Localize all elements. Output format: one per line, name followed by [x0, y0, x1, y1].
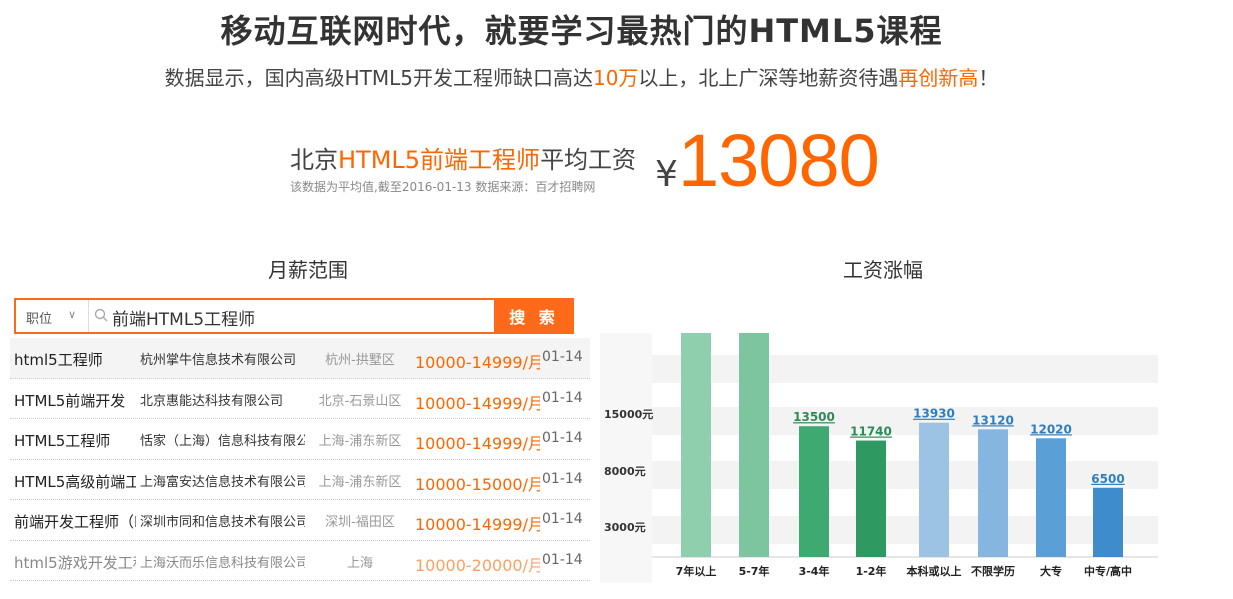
job-company[interactable]: 上海富安达信息技术有限公司: [140, 471, 305, 490]
page-subline: 数据显示，国内高级HTML5开发工程师缺口高达10万以上，北上广深等地薪资待遇再…: [0, 62, 1163, 91]
bar: [1036, 438, 1066, 557]
job-company[interactable]: 上海沃而乐信息科技有限公司: [140, 552, 305, 571]
job-date: 01-14: [542, 511, 583, 527]
salary-city: 北京: [290, 146, 338, 174]
chart-gridband: [652, 516, 1158, 544]
y-tick-label: 3000元: [604, 521, 646, 534]
job-company[interactable]: 深圳市同和信息技术有限公司: [140, 511, 305, 530]
salary-source-note: 该数据为平均值,截至2016-01-13 数据来源：百才招聘网: [290, 180, 596, 194]
bar: [919, 422, 949, 557]
job-salary: 10000-14999/月: [415, 434, 540, 453]
job-row[interactable]: html5工程师 杭州掌牛信息技术有限公司 杭州-拱墅区 10000-14999…: [10, 338, 590, 379]
x-tick-label: 1-2年: [856, 564, 887, 578]
x-tick-label: 不限学历: [971, 564, 1015, 578]
average-salary-amount: 13080: [678, 119, 880, 202]
job-search-bar: 职位 ∨ 前端HTML5工程师 搜 索: [14, 298, 574, 334]
data-label: 12020: [1030, 422, 1072, 436]
job-salary: 10000-14999/月: [415, 515, 540, 534]
data-label: 13120: [972, 413, 1014, 427]
search-button[interactable]: 搜 索: [494, 298, 574, 334]
salary-growth-chart-svg: 3000元 8000元 15000元 7年以上 5-7年 13500 3-4年 11740 1-…: [600, 333, 1158, 583]
x-tick-label: 中专/高中: [1084, 564, 1132, 578]
average-salary-title: 北京HTML5前端工程师平均工资: [290, 140, 636, 175]
job-date: 01-14: [542, 470, 583, 487]
job-location: 深圳-福田区: [325, 515, 395, 530]
job-date: 01-14: [542, 349, 583, 365]
job-location: 上海: [346, 555, 373, 571]
page-headline: 移动互联网时代，就要学习最热门的HTML5课程: [220, 12, 943, 50]
job-salary: 10000-15000/月: [415, 474, 540, 494]
job-company[interactable]: 杭州掌牛信息技术有限公司: [140, 349, 305, 368]
bar: [799, 426, 829, 557]
job-row[interactable]: 前端开发工程师（HTML5） 深圳市同和信息技术有限公司 深圳-福田区 1000…: [10, 500, 590, 541]
job-location: 杭州-拱墅区: [325, 353, 395, 368]
job-date: 01-14: [542, 430, 583, 446]
salary-range-title: 月薪范围: [268, 258, 348, 282]
x-tick-label: 本科或以上: [907, 564, 962, 578]
job-date: 01-14: [542, 551, 583, 568]
search-input[interactable]: 前端HTML5工程师: [112, 305, 255, 330]
subline-text-3: ！: [978, 66, 999, 90]
job-location: 上海-浦东新区: [318, 474, 402, 490]
x-tick-label: 5-7年: [739, 564, 770, 578]
job-title[interactable]: 前端开发工程师（HTML5）: [14, 511, 136, 532]
x-tick-label: 3-4年: [799, 564, 830, 578]
subline-text-1: 数据显示，国内高级HTML5开发工程师缺口高达: [164, 66, 593, 90]
job-row[interactable]: HTML5高级前端工程师 上海富安达信息技术有限公司 上海-浦东新区 10000…: [10, 460, 590, 500]
job-title[interactable]: HTML5工程师: [14, 430, 136, 451]
job-company[interactable]: 北京惠能达科技有限公司: [140, 390, 305, 409]
position-select-label: 职位: [26, 312, 53, 327]
bar: [856, 440, 886, 557]
position-select[interactable]: 职位 ∨: [16, 300, 89, 332]
chart-axis-panel: [600, 333, 652, 583]
salary-suffix: 平均工资: [540, 146, 637, 174]
bar: [681, 333, 711, 557]
data-label: 11740: [850, 425, 892, 439]
job-location: 北京-石景山区: [318, 393, 402, 409]
y-tick-label: 8000元: [604, 465, 646, 478]
job-title[interactable]: html5工程师: [14, 349, 136, 370]
chart-gridband: [652, 407, 1158, 435]
job-title[interactable]: HTML5高级前端工程师: [14, 471, 136, 492]
job-salary: 10000-14999/月: [415, 353, 540, 372]
bar: [739, 333, 769, 557]
salary-growth-title: 工资涨幅: [843, 258, 923, 282]
chevron-down-icon: ∨: [68, 308, 77, 321]
subline-text-2: 以上，北上广深等地薪资待遇: [638, 66, 899, 90]
job-title[interactable]: html5游戏开发工程师: [14, 552, 136, 573]
x-tick-label: 大专: [1040, 564, 1062, 578]
job-title[interactable]: HTML5前端开发: [14, 390, 136, 411]
subline-highlight-1: 10万: [592, 66, 639, 90]
average-salary-block: 北京HTML5前端工程师平均工资 该数据为平均值,截至2016-01-13 数据…: [290, 119, 910, 202]
job-list: html5工程师 杭州掌牛信息技术有限公司 杭州-拱墅区 10000-14999…: [10, 338, 590, 581]
salary-role: HTML5前端工程师: [338, 146, 541, 174]
subline-highlight-2: 再创新高: [898, 66, 979, 90]
job-row[interactable]: HTML5工程师 恬家（上海）信息科技有限公司 上海-浦东新区 10000-14…: [10, 419, 590, 460]
data-label: 13500: [793, 410, 835, 424]
job-row[interactable]: HTML5前端开发 北京惠能达科技有限公司 北京-石景山区 10000-1499…: [10, 379, 590, 419]
salary-growth-chart: 3000元 8000元 15000元 7年以上 5-7年 13500 3-4年 11740 1-…: [600, 333, 1158, 583]
currency-symbol: ¥: [655, 154, 678, 195]
data-label: 6500: [1091, 472, 1124, 486]
chart-gridband: [652, 461, 1158, 489]
chart-gridband: [652, 355, 1158, 383]
job-location: 上海-浦东新区: [318, 434, 402, 449]
bar: [978, 429, 1008, 557]
bar: [1093, 487, 1123, 557]
job-company[interactable]: 恬家（上海）信息科技有限公司: [140, 430, 305, 449]
x-tick-label: 7年以上: [676, 564, 717, 578]
job-row[interactable]: html5游戏开发工程师 上海沃而乐信息科技有限公司 上海 10000-2000…: [10, 541, 590, 581]
y-tick-label: 15000元: [604, 408, 653, 421]
search-icon: [94, 308, 108, 322]
job-salary: 10000-20000/月: [415, 555, 540, 575]
job-salary: 10000-14999/月: [415, 393, 540, 413]
job-date: 01-14: [542, 389, 583, 406]
data-label: 13930: [913, 407, 955, 421]
